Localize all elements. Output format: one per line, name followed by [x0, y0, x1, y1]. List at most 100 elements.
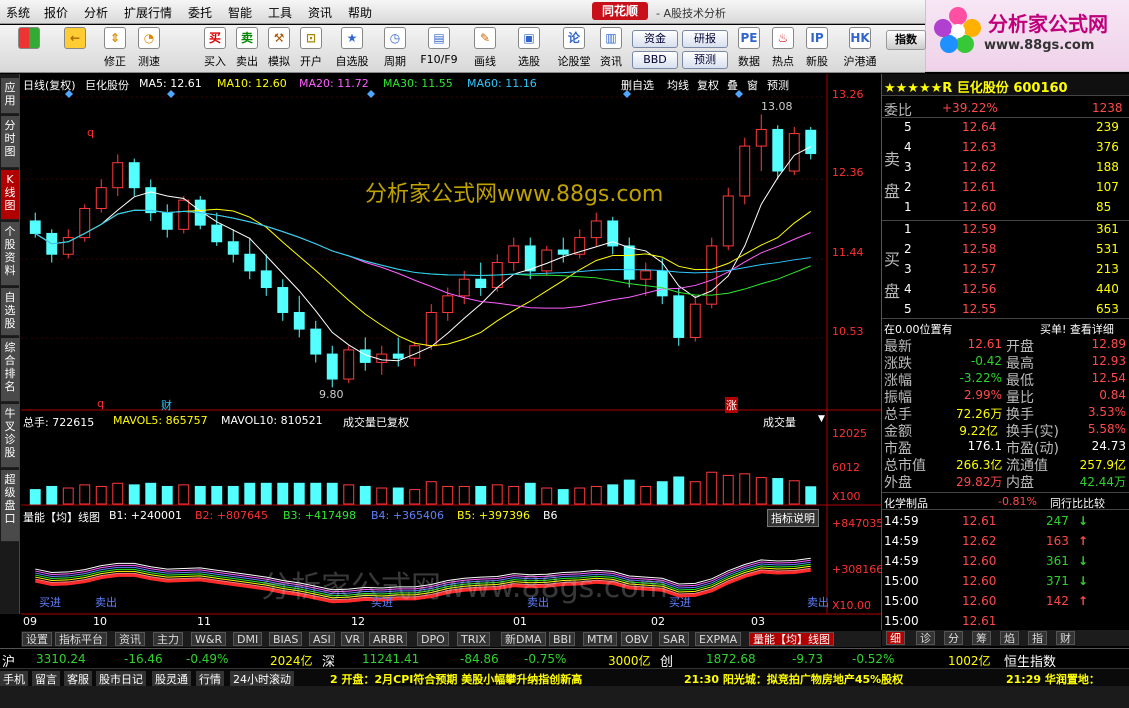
info-button[interactable]: ▥ 资讯 — [596, 27, 626, 71]
hotspot-button[interactable]: ♨ 热点 — [768, 27, 798, 71]
volume-bar[interactable] — [739, 473, 751, 505]
candle[interactable] — [128, 162, 140, 189]
detail-link[interactable]: 买单! 查看详细 — [1040, 321, 1114, 337]
volume-bar[interactable] — [805, 486, 817, 505]
sh-index[interactable]: 3310.24 — [36, 652, 86, 666]
f10-button[interactable]: ▤ F10/F9 — [418, 27, 460, 71]
tab-asi[interactable]: ASI — [309, 632, 335, 646]
tab-split[interactable]: 分 — [944, 631, 963, 645]
candle[interactable] — [590, 220, 602, 239]
volume-bar[interactable] — [574, 487, 586, 505]
volume-bar[interactable] — [656, 481, 668, 505]
tab-index[interactable]: 指 — [1028, 631, 1047, 645]
candle[interactable] — [392, 353, 404, 359]
candle[interactable] — [805, 129, 817, 155]
volume-bar[interactable] — [524, 482, 536, 505]
candle[interactable] — [722, 195, 734, 247]
stock-picker-button[interactable]: ▣ 选股 — [512, 27, 546, 71]
draw-line-button[interactable]: ✎ 画线 — [468, 27, 502, 71]
event-mark-finance[interactable]: 财 — [161, 397, 172, 413]
candle[interactable] — [29, 220, 41, 234]
menu-smart[interactable]: 智能 — [228, 4, 252, 21]
volume-bar[interactable] — [755, 477, 767, 505]
tab-vr[interactable]: VR — [341, 632, 365, 646]
volume-bar[interactable] — [260, 482, 272, 505]
ask-price[interactable]: 12.62 — [962, 160, 996, 174]
candle[interactable] — [326, 353, 338, 380]
footer-tab[interactable]: 行情 — [196, 671, 224, 687]
tab-arbr[interactable]: ARBR — [369, 632, 408, 646]
volume-bar[interactable] — [161, 485, 173, 505]
data-button[interactable]: PE 数据 — [734, 27, 764, 71]
volume-bar[interactable] — [623, 479, 635, 505]
volume-bar[interactable] — [409, 489, 421, 505]
volume-bar[interactable] — [227, 485, 239, 505]
tab-dmi[interactable]: DMI — [233, 632, 263, 646]
tab-expma[interactable]: EXPMA — [695, 632, 742, 646]
index-button[interactable]: 指数 — [886, 30, 926, 50]
candle[interactable] — [260, 270, 272, 289]
volume-bar[interactable] — [326, 482, 338, 505]
watchlist-button[interactable]: ★ 自选股 — [332, 27, 372, 71]
volume-bar[interactable] — [178, 484, 190, 505]
menu-help[interactable]: 帮助 — [348, 4, 372, 21]
volume-bar[interactable] — [557, 489, 569, 505]
fix-button[interactable]: ⇕ 修正 — [98, 27, 132, 71]
candle[interactable] — [442, 295, 454, 313]
candle[interactable] — [689, 303, 701, 338]
volume-bar[interactable] — [442, 485, 454, 505]
layout-button[interactable] — [12, 27, 46, 71]
volume-bar[interactable] — [475, 485, 487, 505]
open-account-button[interactable]: ⊡ 开户 — [296, 27, 326, 71]
candle[interactable] — [458, 278, 470, 297]
back-button[interactable]: ← — [58, 27, 92, 71]
volume-bar[interactable] — [673, 476, 685, 505]
menu-ext-quote[interactable]: 扩展行情 — [124, 4, 172, 21]
tab-indicator-platform[interactable]: 指标平台 — [55, 632, 107, 646]
ask-price[interactable]: 12.64 — [962, 120, 996, 134]
menu-system[interactable]: 系统 — [6, 4, 30, 21]
forecast-chart-button[interactable]: 预测 — [767, 77, 789, 93]
tab-bbi[interactable]: BBI — [549, 632, 576, 646]
forum-button[interactable]: 论论股堂 — [554, 27, 594, 71]
volume-bar[interactable] — [392, 487, 404, 505]
volume-bar[interactable] — [689, 481, 701, 505]
volume-bar[interactable] — [359, 485, 371, 505]
volume-bar[interactable] — [343, 484, 355, 505]
research-button[interactable]: 研报 — [682, 30, 728, 48]
fund-flow-button[interactable]: 资金 — [632, 30, 678, 48]
footer-tab[interactable]: 股市日记 — [96, 671, 146, 687]
cy-index[interactable]: 1872.68 — [706, 652, 756, 666]
candle[interactable] — [640, 270, 652, 280]
menu-news[interactable]: 资讯 — [308, 4, 332, 21]
volume-bar[interactable] — [95, 485, 107, 505]
tab-apps[interactable]: 应用 — [1, 78, 19, 114]
candle[interactable] — [755, 128, 767, 147]
volume-bar[interactable] — [491, 484, 503, 505]
candle[interactable] — [475, 278, 487, 289]
footer-tab[interactable]: 24小时滚动 — [230, 671, 294, 687]
footer-tab[interactable]: 客服 — [64, 671, 92, 687]
tab-diagnosis[interactable]: 牛叉诊股 — [1, 404, 19, 468]
candle[interactable] — [178, 199, 190, 230]
volume-bar[interactable] — [194, 485, 206, 505]
candle[interactable] — [343, 349, 355, 380]
candle[interactable] — [376, 353, 388, 363]
tab-chips[interactable]: 筹 — [972, 631, 991, 645]
ask-price[interactable]: 12.63 — [962, 140, 996, 154]
footer-tab[interactable]: 股灵通 — [152, 671, 191, 687]
bid-price[interactable]: 12.55 — [962, 302, 996, 316]
tab-new-dma[interactable]: 新DMA — [501, 632, 546, 646]
candle[interactable] — [310, 328, 322, 355]
tab-wr[interactable]: W&R — [191, 632, 227, 646]
candle[interactable] — [277, 287, 289, 313]
tab-bias[interactable]: BIAS — [269, 632, 303, 646]
news-item[interactable]: 2 开盘：2月CPI符合预期 美股小幅攀升纳指创新高 — [330, 671, 582, 687]
forecast-button[interactable]: 预测 — [682, 51, 728, 69]
event-mark-q[interactable]: q — [97, 397, 104, 410]
bbd-button[interactable]: BBD — [632, 51, 678, 69]
candle[interactable] — [95, 187, 107, 209]
chevron-down-icon[interactable]: ▼ — [818, 414, 825, 424]
volume-bar[interactable] — [788, 480, 800, 505]
tab-mtm[interactable]: MTM — [583, 632, 617, 646]
